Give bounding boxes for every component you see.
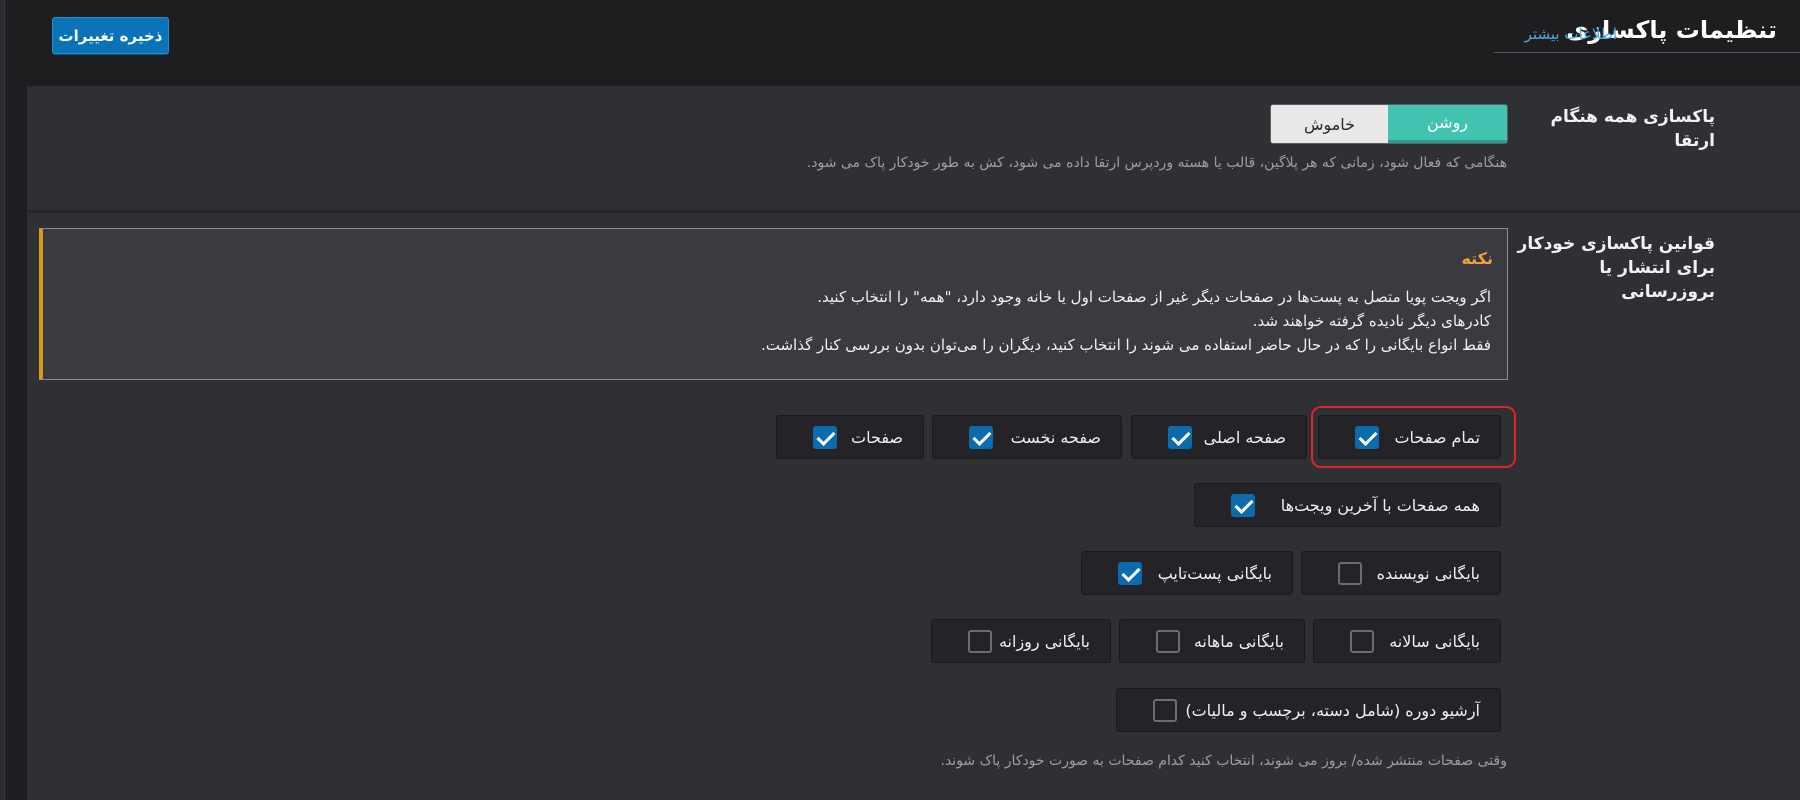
option-post-type-archive[interactable]: بایگانی پست‌تایپ — [1081, 551, 1293, 595]
note-line: اگر ویجت پویا متصل به پست‌ها در صفحات دی… — [817, 288, 1491, 306]
note-box: نکته اگر ویجت پویا متصل به پست‌ها در صفح… — [39, 228, 1508, 380]
note-body: اگر ویجت پویا متصل به پست‌ها در صفحات دی… — [761, 285, 1491, 357]
auto-purge-rules-label: قوانین پاکسازی خودکار برای انتشار یا برو… — [1517, 234, 1715, 302]
option-all-recent-widgets[interactable]: همه صفحات با آخرین ویجت‌ها — [1194, 483, 1501, 527]
option-all-pages[interactable]: تمام صفحات — [1318, 415, 1501, 459]
checkbox-unchecked-icon[interactable] — [1156, 629, 1180, 653]
option-pages[interactable]: صفحات — [776, 415, 924, 459]
checkbox-unchecked-icon[interactable] — [968, 629, 992, 653]
option-author-archive[interactable]: بایگانی نویسنده — [1301, 551, 1501, 595]
option-daily-archive[interactable]: بایگانی روزانه — [931, 619, 1111, 663]
title-underline — [1494, 52, 1800, 53]
checkbox-checked-icon[interactable] — [1168, 425, 1192, 449]
option-label: بایگانی ماهانه — [1193, 631, 1284, 651]
checkbox-checked-icon[interactable] — [1231, 493, 1255, 517]
note-line: فقط انواع بایگانی را که در حال حاضر استف… — [760, 336, 1491, 354]
page-header: تنظیمات پاکسازی اطلاعات بیشتر ذخیره تغیی… — [0, 0, 1800, 86]
note-line: کادرهای دیگر نادیده گرفته خواهند شد. — [1252, 312, 1491, 330]
toggle-on-option[interactable]: روشن — [1388, 105, 1507, 143]
purge-on-upgrade-toggle[interactable]: خاموش روشن — [1270, 104, 1508, 144]
option-yearly-archive[interactable]: بایگانی سالانه — [1313, 619, 1501, 663]
option-label: صفحه نخست — [1010, 427, 1101, 447]
option-label: صفحه اصلی — [1203, 427, 1286, 447]
auto-purge-description: وقتی صفحات منتشر شده/ بروز می شوند، انتخ… — [940, 753, 1508, 769]
option-label: بایگانی نویسنده — [1376, 563, 1480, 583]
purge-on-upgrade-label: پاکسازی همه هنگام ارتقا — [1550, 107, 1716, 151]
option-front-page[interactable]: صفحه اصلی — [1131, 415, 1307, 459]
option-monthly-archive[interactable]: بایگانی ماهانه — [1119, 619, 1305, 663]
option-label: تمام صفحات — [1394, 427, 1480, 447]
option-label: بایگانی سالانه — [1389, 631, 1480, 651]
note-title: نکته — [1461, 249, 1493, 268]
checkbox-checked-icon[interactable] — [969, 425, 993, 449]
checkbox-unchecked-icon[interactable] — [1338, 561, 1362, 585]
option-term-archive[interactable]: آرشیو دوره (شامل دسته، برچسب و مالیات) — [1116, 688, 1501, 732]
checkbox-unchecked-icon[interactable] — [1350, 629, 1374, 653]
learn-more-link[interactable]: اطلاعات بیشتر — [1525, 25, 1617, 43]
window-edge-line — [4, 0, 5, 800]
checkbox-checked-icon[interactable] — [1355, 425, 1379, 449]
purge-on-upgrade-description: هنگامی که فعال شود، زمانی که هر پلاگین، … — [806, 155, 1507, 171]
option-label: همه صفحات با آخرین ویجت‌ها — [1280, 495, 1480, 515]
save-changes-button[interactable]: ذخیره تغییرات — [52, 17, 169, 54]
checkbox-checked-icon[interactable] — [1118, 561, 1142, 585]
option-label: آرشیو دوره (شامل دسته، برچسب و مالیات) — [1185, 700, 1480, 720]
option-label: بایگانی روزانه — [998, 631, 1090, 651]
option-label: صفحات — [851, 427, 903, 447]
option-label: بایگانی پست‌تایپ — [1157, 563, 1272, 583]
checkbox-unchecked-icon[interactable] — [1153, 698, 1177, 722]
checkbox-checked-icon[interactable] — [813, 425, 837, 449]
toggle-off-option[interactable]: خاموش — [1271, 105, 1388, 143]
option-home-page[interactable]: صفحه نخست — [932, 415, 1122, 459]
